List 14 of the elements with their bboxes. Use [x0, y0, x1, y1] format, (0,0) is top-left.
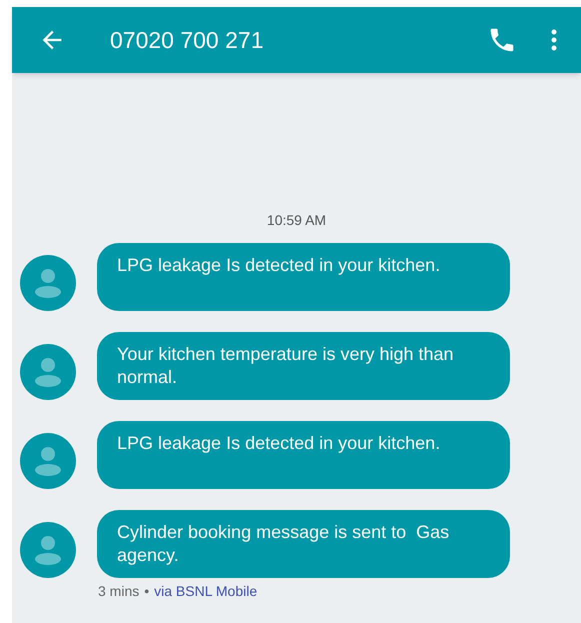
separator: •	[144, 582, 150, 601]
avatar-icon	[20, 433, 76, 489]
message-bubble: LPG leakage Is detected in your kitchen.	[97, 421, 510, 489]
message-bubble: LPG leakage Is detected in your kitchen.	[97, 243, 510, 311]
message-bubble: Cylinder booking message is sent to Gas agency.	[97, 510, 510, 578]
message-age: 3 mins	[98, 582, 140, 601]
avatar-icon	[20, 344, 76, 400]
avatar-icon	[20, 255, 76, 311]
contact-number: 07020 700 271	[110, 26, 264, 55]
timestamp: 10:59 AM	[266, 211, 326, 230]
message-bubble: Your kitchen temperature is very high than normal.	[97, 332, 510, 400]
more-options-icon[interactable]	[551, 29, 557, 51]
carrier-label: via BSNL Mobile	[154, 582, 258, 601]
avatar-icon	[20, 522, 76, 578]
